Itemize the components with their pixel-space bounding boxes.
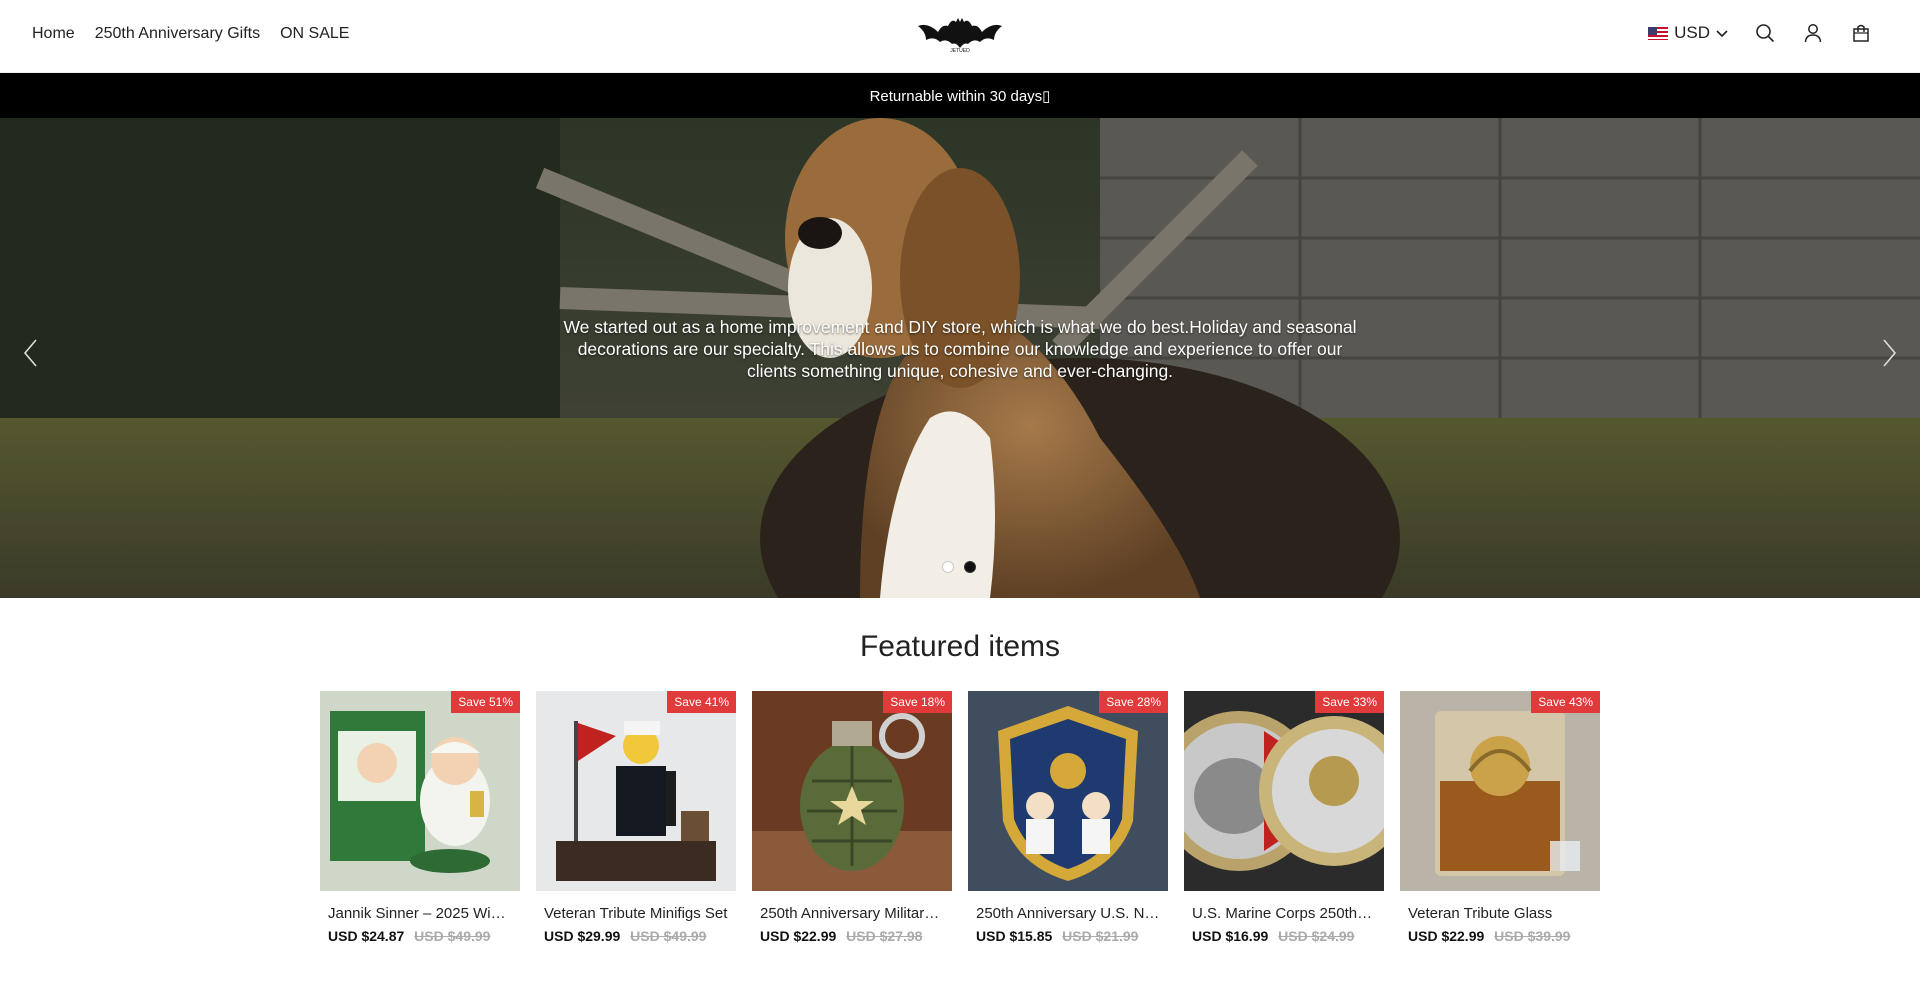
product-price: USD $15.85 USD $21.99 (968, 928, 1168, 945)
product-card[interactable]: Save 51% Jannik Sinner – 2025 Wimbledon … (320, 691, 520, 945)
chevron-right-icon (1883, 339, 1897, 367)
product-image[interactable]: Save 51% (320, 691, 520, 891)
account-icon[interactable] (1802, 22, 1824, 44)
product-grid: Save 51% Jannik Sinner – 2025 Wimbledon … (320, 691, 1600, 945)
site-header: Home 250th Anniversary Gifts ON SALE JET… (0, 0, 1920, 73)
hero-text: We started out as a home improvement and… (563, 317, 1357, 381)
slide-dot-2[interactable] (964, 561, 976, 573)
discount-badge: Save 33% (1315, 691, 1384, 713)
discount-badge: Save 43% (1531, 691, 1600, 713)
price-original: USD $49.99 (414, 928, 491, 944)
product-name[interactable]: Jannik Sinner – 2025 Wimbledon Champion … (320, 905, 520, 922)
nav-on-sale[interactable]: ON SALE (280, 25, 349, 43)
product-image[interactable]: Save 43% (1400, 691, 1600, 891)
price-original: USD $21.99 (1062, 928, 1139, 944)
chevron-left-icon (23, 339, 37, 367)
product-name[interactable]: 250th Anniversary Military Keychain (752, 905, 952, 922)
product-name[interactable]: Veteran Tribute Minifigs Set (536, 905, 736, 922)
slide-next-button[interactable] (1870, 318, 1910, 388)
featured-title: Featured items (859, 630, 1061, 663)
price-original: USD $24.99 (1278, 928, 1355, 944)
discount-badge: Save 28% (1099, 691, 1168, 713)
product-price: USD $22.99 USD $39.99 (1400, 928, 1600, 945)
slide-dots (942, 561, 976, 573)
product-image[interactable]: Save 28% (968, 691, 1168, 891)
price-current: USD $24.87 (328, 928, 405, 944)
store-logo[interactable]: JETUED (916, 14, 1004, 54)
price-original: USD $49.99 (630, 928, 707, 944)
product-price: USD $16.99 USD $24.99 (1184, 928, 1384, 945)
price-current: USD $15.85 (976, 928, 1053, 944)
discount-badge: Save 18% (883, 691, 952, 713)
price-original: USD $39.99 (1494, 928, 1571, 944)
product-image[interactable]: Save 41% (536, 691, 736, 891)
price-current: USD $29.99 (544, 928, 621, 944)
bat-logo-icon: JETUED (918, 18, 1002, 54)
discount-badge: Save 51% (451, 691, 520, 713)
currency-selector[interactable]: USD (1648, 23, 1728, 43)
product-name[interactable]: 250th Anniversary U.S. Navy Coin (968, 905, 1168, 922)
product-price: USD $29.99 USD $49.99 (536, 928, 736, 945)
announcement-text: Returnable within 30 days▯ (869, 87, 1051, 105)
product-card[interactable]: Save 33% U.S. Marine Corps 250th Coin US… (1184, 691, 1384, 945)
slide-prev-button[interactable] (10, 318, 50, 388)
product-card[interactable]: Save 18% 250th Anniversary Military Keyc… (752, 691, 952, 945)
nav-250th-anniversary-gifts[interactable]: 250th Anniversary Gifts (95, 25, 260, 43)
cart-icon[interactable] (1850, 22, 1872, 44)
product-card[interactable]: Save 41% Veteran Tribute Minifigs Set US… (536, 691, 736, 945)
price-current: USD $22.99 (760, 928, 837, 944)
product-price: USD $22.99 USD $27.98 (752, 928, 952, 945)
product-price: USD $24.87 USD $49.99 (320, 928, 520, 945)
product-card[interactable]: Save 28% 250th Anniversary U.S. Navy Coi… (968, 691, 1168, 945)
product-image[interactable]: Save 18% (752, 691, 952, 891)
price-current: USD $22.99 (1408, 928, 1485, 944)
chevron-down-icon (1716, 23, 1728, 43)
product-image[interactable]: Save 33% (1184, 691, 1384, 891)
price-original: USD $27.98 (846, 928, 923, 944)
announcement-bar: Returnable within 30 days▯ (0, 73, 1920, 118)
price-current: USD $16.99 (1192, 928, 1269, 944)
discount-badge: Save 41% (667, 691, 736, 713)
us-flag-icon (1648, 26, 1669, 40)
search-icon[interactable] (1754, 22, 1776, 44)
hero-slideshow: We started out as a home improvement and… (0, 118, 1920, 598)
product-name[interactable]: U.S. Marine Corps 250th Coin (1184, 905, 1384, 922)
product-card[interactable]: Save 43% Veteran Tribute Glass USD $22.9… (1400, 691, 1600, 945)
logo-wordmark: JETUED (950, 48, 970, 54)
product-name[interactable]: Veteran Tribute Glass (1400, 905, 1600, 922)
main-nav: Home 250th Anniversary Gifts ON SALE (32, 25, 349, 43)
nav-home[interactable]: Home (32, 25, 75, 43)
currency-label: USD (1674, 23, 1710, 42)
slide-dot-1[interactable] (942, 561, 954, 573)
header-actions: USD (1648, 22, 1872, 44)
